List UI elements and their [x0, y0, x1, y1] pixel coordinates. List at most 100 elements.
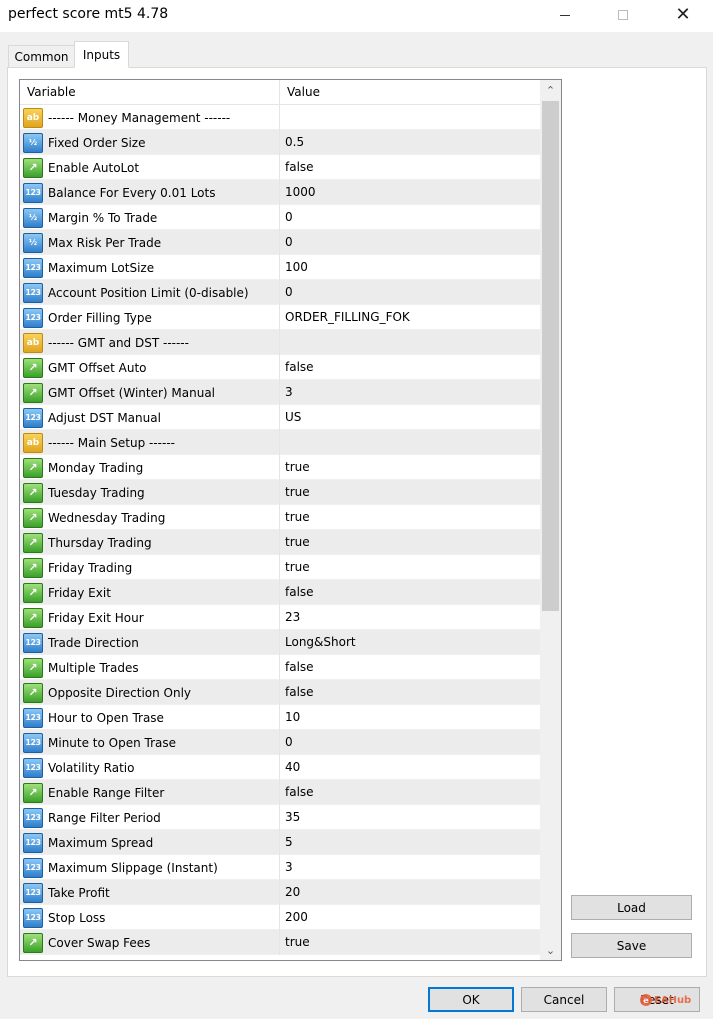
close-button[interactable]: ✕	[660, 0, 706, 30]
scroll-thumb[interactable]	[542, 101, 559, 611]
bool-icon: ↗	[23, 157, 43, 178]
table-row[interactable]: ½ Fixed Order Size 0.5	[20, 130, 540, 155]
table-row[interactable]: ↗ Friday Exit false	[20, 580, 540, 605]
table-row[interactable]: 123 Maximum Slippage (Instant) 3	[20, 855, 540, 880]
int-123-icon: 123	[23, 182, 43, 203]
load-button[interactable]: Load	[571, 895, 692, 920]
value-cell[interactable]: true	[281, 930, 540, 955]
value-cell[interactable]: true	[281, 555, 540, 580]
table-row[interactable]: 123 Stop Loss 200	[20, 905, 540, 930]
value-cell[interactable]	[281, 105, 540, 130]
value-cell[interactable]: false	[281, 155, 540, 180]
value-cell[interactable]: 3	[281, 380, 540, 405]
value-cell[interactable]: 0	[281, 230, 540, 255]
watermark-text: EAHub	[654, 994, 692, 1006]
table-row[interactable]: 123 Adjust DST Manual US	[20, 405, 540, 430]
table-row[interactable]: ↗ GMT Offset Auto false	[20, 355, 540, 380]
tab-inputs[interactable]: Inputs	[74, 41, 129, 68]
table-row[interactable]: ab ------ Main Setup ------	[20, 430, 540, 455]
maximize-button[interactable]	[600, 0, 646, 30]
value-cell[interactable]	[281, 430, 540, 455]
variable-label: Opposite Direction Only	[48, 685, 192, 700]
table-row[interactable]: ↗ Friday Trading true	[20, 555, 540, 580]
table-row[interactable]: 123 Balance For Every 0.01 Lots 1000	[20, 180, 540, 205]
value-cell[interactable]: 40	[281, 755, 540, 780]
table-row[interactable]: 123 Range Filter Period 35	[20, 805, 540, 830]
value-cell[interactable]: false	[281, 355, 540, 380]
table-row[interactable]: ↗ Enable Range Filter false	[20, 780, 540, 805]
table-row[interactable]: 123 Maximum LotSize 100	[20, 255, 540, 280]
value-cell[interactable]: 0	[281, 205, 540, 230]
value-cell[interactable]: Long&Short	[281, 630, 540, 655]
value-cell[interactable]: ORDER_FILLING_FOK	[281, 305, 540, 330]
table-row[interactable]: ↗ GMT Offset (Winter) Manual 3	[20, 380, 540, 405]
vertical-scrollbar[interactable]: ⌃ ⌄	[540, 80, 561, 960]
table-row[interactable]: 123 Take Profit 20	[20, 880, 540, 905]
table-row[interactable]: ab ------ GMT and DST ------	[20, 330, 540, 355]
scroll-up-icon[interactable]: ⌃	[540, 80, 561, 100]
table-row[interactable]: 123 Hour to Open Trase 10	[20, 705, 540, 730]
value-cell[interactable]: true	[281, 530, 540, 555]
table-row[interactable]: ↗ Enable AutoLot false	[20, 155, 540, 180]
maximize-icon	[618, 10, 628, 20]
value-cell[interactable]: 1000	[281, 180, 540, 205]
table-row[interactable]: ↗ Tuesday Trading true	[20, 480, 540, 505]
cancel-button[interactable]: Cancel	[521, 987, 607, 1012]
table-row[interactable]: ↗ Cover Swap Fees true	[20, 930, 540, 955]
double-half-icon: ½	[23, 207, 43, 228]
value-cell[interactable]: true	[281, 455, 540, 480]
table-row[interactable]: ½ Margin % To Trade 0	[20, 205, 540, 230]
value-cell[interactable]: 0	[281, 730, 540, 755]
variable-cell: ½ Max Risk Per Trade	[20, 230, 280, 255]
save-button[interactable]: Save	[571, 933, 692, 958]
column-header-value[interactable]: Value	[280, 80, 540, 105]
value-cell[interactable]: 3	[281, 855, 540, 880]
value-cell[interactable]: US	[281, 405, 540, 430]
value-cell[interactable]: true	[281, 505, 540, 530]
tab-common[interactable]: Common	[8, 45, 75, 67]
value-cell[interactable]: true	[281, 480, 540, 505]
table-row[interactable]: ↗ Wednesday Trading true	[20, 505, 540, 530]
variable-label: Max Risk Per Trade	[48, 235, 162, 250]
variable-cell: ↗ Multiple Trades	[20, 655, 280, 680]
variable-cell: ↗ GMT Offset Auto	[20, 355, 280, 380]
value-cell[interactable]: 100	[281, 255, 540, 280]
variable-cell: 123 Account Position Limit (0-disable)	[20, 280, 280, 305]
int-123-icon: 123	[23, 757, 43, 778]
variable-label: ------ GMT and DST ------	[48, 335, 189, 350]
table-row[interactable]: 123 Minute to Open Trase 0	[20, 730, 540, 755]
table-row[interactable]: 123 Trade Direction Long&Short	[20, 630, 540, 655]
table-row[interactable]: ↗ Thursday Trading true	[20, 530, 540, 555]
table-row[interactable]: ↗ Friday Exit Hour 23	[20, 605, 540, 630]
column-header-variable[interactable]: Variable	[20, 80, 280, 105]
value-cell[interactable]: 20	[281, 880, 540, 905]
value-cell[interactable]: 0.5	[281, 130, 540, 155]
variable-label: Multiple Trades	[48, 660, 139, 675]
ok-button[interactable]: OK	[428, 987, 514, 1012]
value-cell[interactable]: 23	[281, 605, 540, 630]
table-row[interactable]: ↗ Opposite Direction Only false	[20, 680, 540, 705]
value-cell[interactable]: 0	[281, 280, 540, 305]
value-cell[interactable]: 200	[281, 905, 540, 930]
value-cell[interactable]: false	[281, 680, 540, 705]
value-cell[interactable]: 5	[281, 830, 540, 855]
value-cell[interactable]: 35	[281, 805, 540, 830]
table-row[interactable]: 123 Order Filling Type ORDER_FILLING_FOK	[20, 305, 540, 330]
value-cell[interactable]	[281, 330, 540, 355]
value-cell[interactable]: false	[281, 655, 540, 680]
variable-label: Friday Trading	[48, 560, 133, 575]
table-row[interactable]: 123 Account Position Limit (0-disable) 0	[20, 280, 540, 305]
minimize-button[interactable]	[542, 0, 588, 30]
table-row[interactable]: ↗ Multiple Trades false	[20, 655, 540, 680]
value-cell[interactable]: 10	[281, 705, 540, 730]
table-row[interactable]: 123 Volatility Ratio 40	[20, 755, 540, 780]
variable-label: Account Position Limit (0-disable)	[48, 285, 249, 300]
value-cell[interactable]: false	[281, 580, 540, 605]
scroll-down-icon[interactable]: ⌄	[540, 940, 561, 960]
table-row[interactable]: 123 Maximum Spread 5	[20, 830, 540, 855]
table-row[interactable]: ½ Max Risk Per Trade 0	[20, 230, 540, 255]
table-row[interactable]: ↗ Monday Trading true	[20, 455, 540, 480]
variable-label: Tuesday Trading	[48, 485, 145, 500]
value-cell[interactable]: false	[281, 780, 540, 805]
table-row[interactable]: ab ------ Money Management ------	[20, 105, 540, 130]
